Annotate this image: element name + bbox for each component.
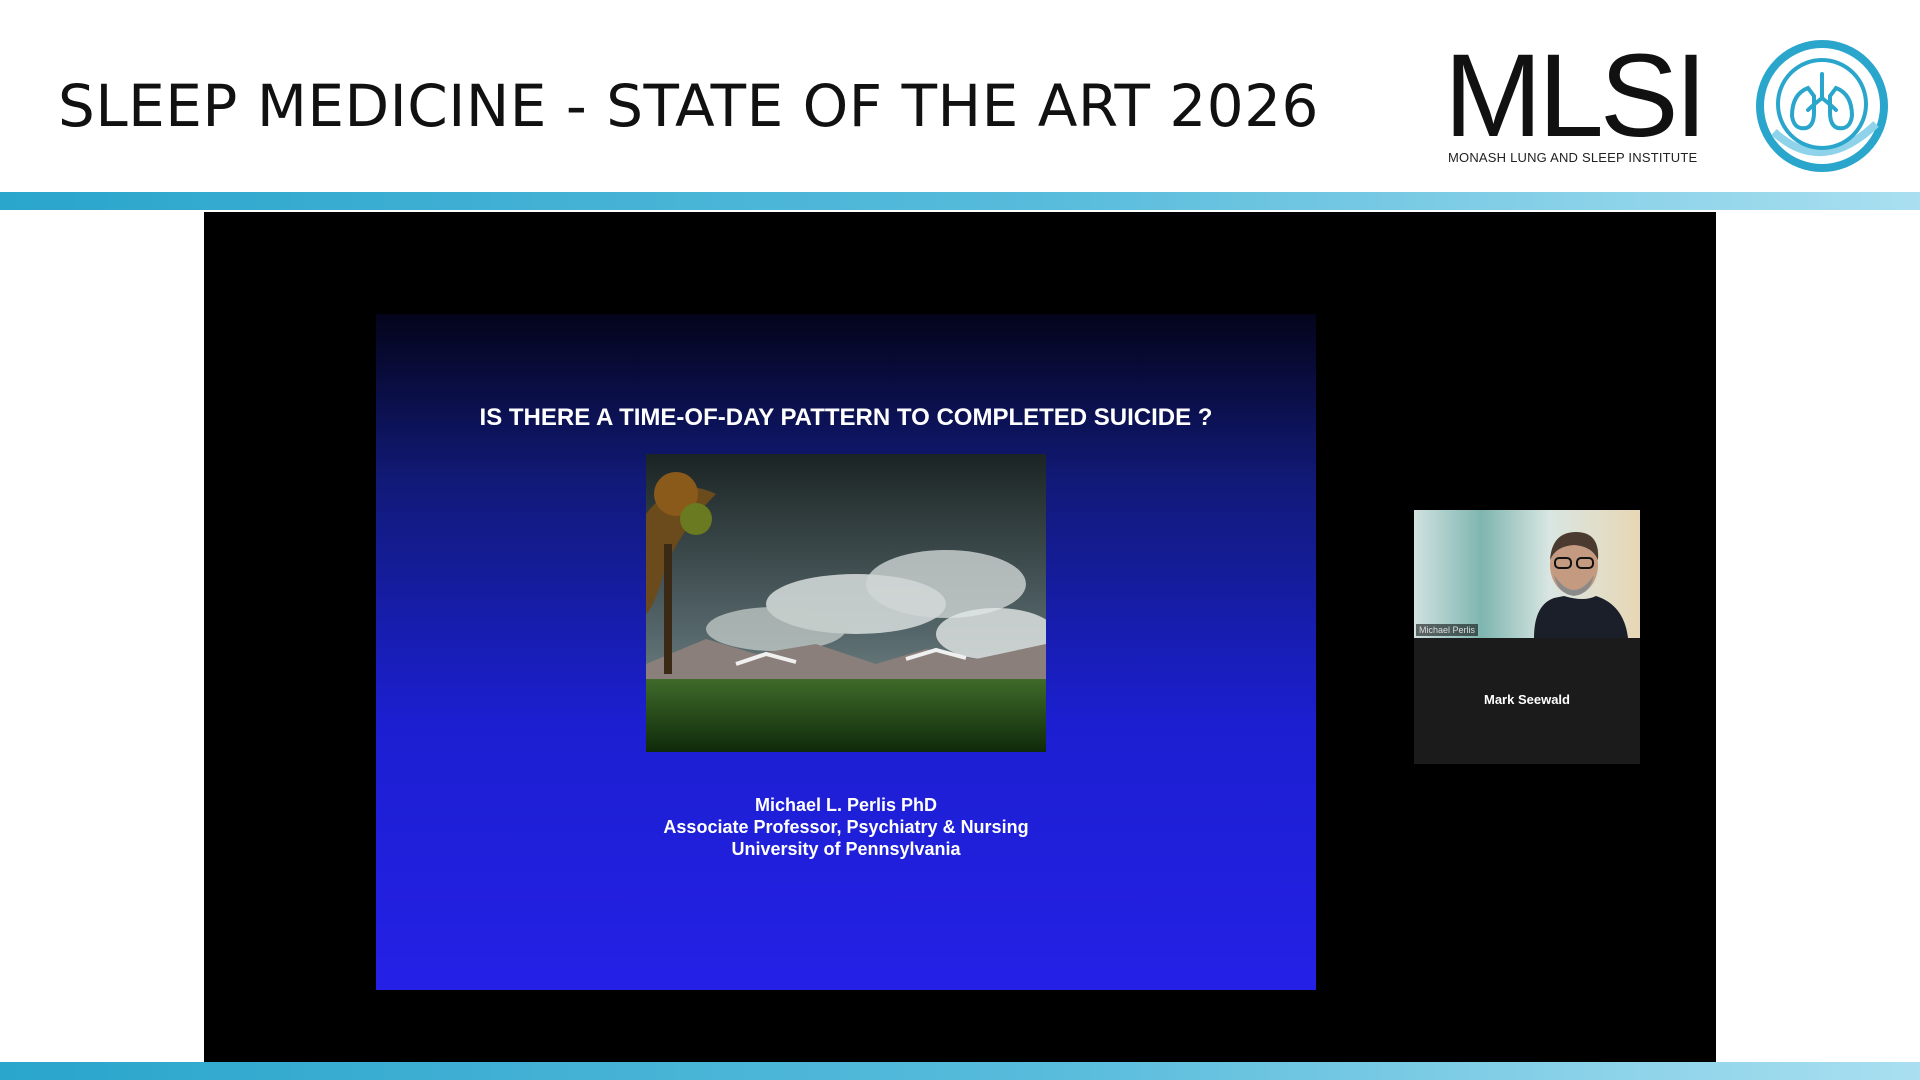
presentation-slide: IS THERE A TIME-OF-DAY PATTERN TO COMPLE… xyxy=(376,314,1316,990)
header-accent-bar xyxy=(0,192,1920,210)
night-landscape-image xyxy=(646,454,1046,752)
author-name: Michael L. Perlis PhD xyxy=(754,795,938,815)
lungs-logo-icon xyxy=(1752,36,1892,176)
participant-video-label: Michael Perlis xyxy=(1416,624,1479,636)
slide-title: IS THERE A TIME-OF-DAY PATTERN TO COMPLE… xyxy=(479,404,1213,431)
participant-video-feed: Michael Perlis xyxy=(1414,510,1640,638)
slide-author-block: Michael L. Perlis PhD Associate Professo… xyxy=(376,794,1316,860)
participant-display-name: Mark Seewald xyxy=(1484,692,1570,707)
footer-accent-bar xyxy=(0,1062,1920,1080)
page-title: SLEEP MEDICINE - STATE OF THE ART 2026 xyxy=(58,72,1319,140)
mlsi-logo-text: MLSI xyxy=(1444,30,1707,162)
shared-screen-area: IS THERE A TIME-OF-DAY PATTERN TO COMPLE… xyxy=(204,212,1716,1062)
mlsi-logo-subtitle: MONASH LUNG AND SLEEP INSTITUTE xyxy=(1448,150,1698,165)
participant-video-tile[interactable]: Michael Perlis Mark Seewald xyxy=(1414,510,1640,764)
author-affiliation: University of Pennsylvania xyxy=(731,839,961,859)
author-role: Associate Professor, Psychiatry & Nursin… xyxy=(663,817,1029,837)
